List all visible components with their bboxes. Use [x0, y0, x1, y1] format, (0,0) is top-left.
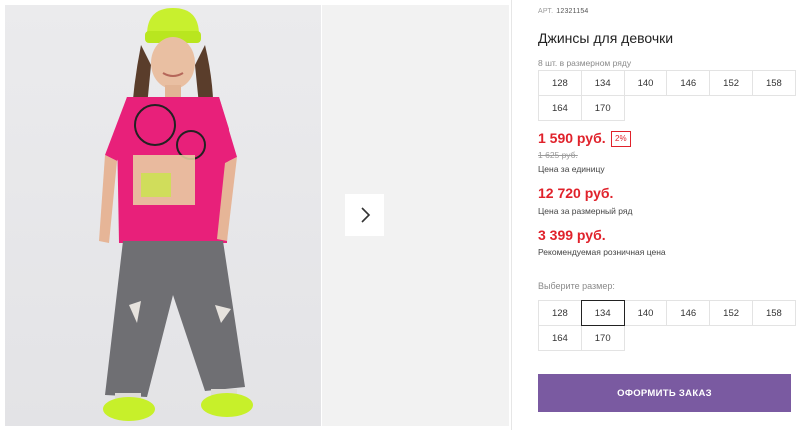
product-photo[interactable] — [5, 5, 321, 426]
pack-size-cell: 146 — [666, 70, 711, 96]
pack-price: 12 720 руб. — [538, 185, 614, 201]
pack-note: 8 шт. в размерном ряду — [538, 58, 632, 68]
size-option[interactable]: 152 — [709, 300, 753, 326]
article-number: АРТ. 12321154 — [538, 8, 589, 15]
pack-size-cell: 170 — [580, 95, 625, 121]
choose-size-label: Выберите размер: — [538, 281, 615, 291]
pack-size-cell: 164 — [538, 95, 582, 121]
article-label: АРТ. — [538, 8, 554, 15]
retail-price-label: Рекомендуемая розничная цена — [538, 247, 666, 257]
unit-price-label: Цена за единицу — [538, 164, 605, 174]
retail-price: 3 399 руб. — [538, 227, 606, 243]
product-title: Джинсы для девочки — [538, 30, 674, 46]
pack-size-grid: 128 134 140 146 152 158 164 170 — [538, 70, 796, 121]
product-gallery — [0, 0, 510, 430]
pack-price-label: Цена за размерный ряд — [538, 206, 633, 216]
size-option-selected[interactable]: 134 — [580, 300, 625, 326]
old-price: 1 625 руб. — [538, 150, 578, 160]
size-picker: 128 134 140 146 152 158 164 170 — [538, 300, 796, 351]
pack-size-cell: 140 — [623, 70, 668, 96]
pack-size-cell: 128 — [538, 70, 582, 96]
pack-size-cell: 152 — [709, 70, 753, 96]
order-button[interactable]: ОФОРМИТЬ ЗАКАЗ — [538, 374, 791, 412]
article-value: 12321154 — [556, 8, 589, 15]
unit-price: 1 590 руб. — [538, 130, 606, 146]
pack-size-cell: 158 — [751, 70, 796, 96]
size-option[interactable]: 128 — [538, 300, 582, 326]
pack-size-cell: 134 — [580, 70, 625, 96]
discount-badge: 2% — [611, 131, 631, 147]
panel-divider — [511, 0, 512, 430]
chevron-right-icon — [360, 207, 370, 223]
size-option[interactable]: 140 — [623, 300, 668, 326]
next-image-button[interactable] — [345, 194, 384, 236]
size-option[interactable]: 158 — [751, 300, 796, 326]
product-photo-illustration — [99, 8, 253, 421]
size-option[interactable]: 170 — [580, 325, 625, 351]
size-option[interactable]: 146 — [666, 300, 711, 326]
size-option[interactable]: 164 — [538, 325, 582, 351]
